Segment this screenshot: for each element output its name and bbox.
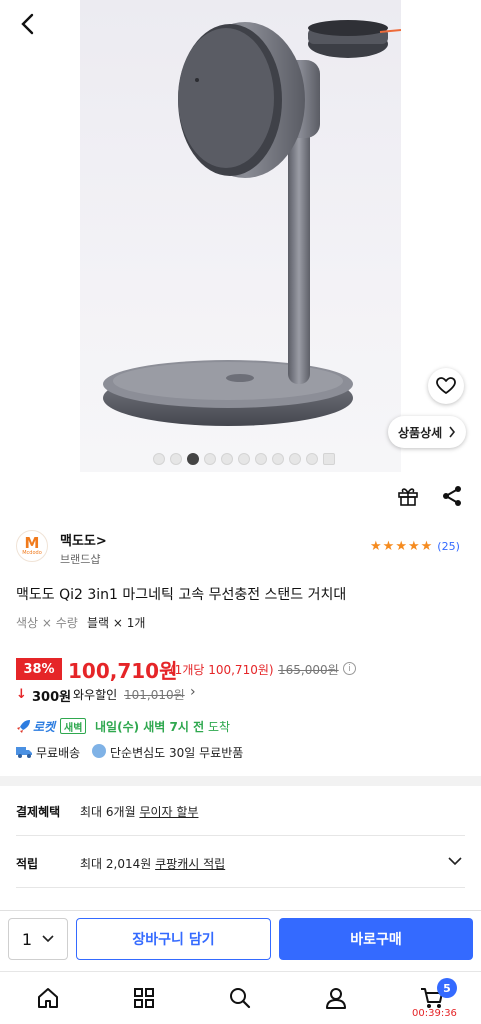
quantity-select[interactable]: 1 xyxy=(8,918,68,960)
option-value: 블랙 × 1개 xyxy=(87,616,146,630)
delivery-arrival: 내일(수) 새벽 7시 전 도착 xyxy=(95,718,230,735)
nav-home[interactable] xyxy=(35,985,61,1011)
add-to-cart-button[interactable]: 장바구니 담기 xyxy=(76,918,271,960)
wishlist-button[interactable] xyxy=(428,368,464,404)
carousel-dot[interactable] xyxy=(187,453,199,465)
arrival-time: 내일(수) 새벽 7시 전 xyxy=(95,720,205,734)
coupang-cash-link[interactable]: 쿠팡캐시 적립 xyxy=(155,857,225,871)
product-image-carousel[interactable]: 상품상세 xyxy=(0,0,481,472)
carousel-dot[interactable] xyxy=(238,453,250,465)
product-title: 맥도도 Qi2 3in1 마그네틱 고속 무선충전 스탠드 거치대 xyxy=(16,587,347,603)
carousel-dot[interactable] xyxy=(221,453,233,465)
back-button[interactable] xyxy=(12,8,44,40)
chevron-down-icon xyxy=(42,935,54,943)
star-icon: ★ xyxy=(420,539,433,554)
buy-now-button[interactable]: 바로구매 xyxy=(279,918,473,960)
unit-price: (1개당 100,710원) xyxy=(170,663,274,677)
option-label: 색상 × 수량 xyxy=(16,616,78,630)
carousel-indicator xyxy=(153,453,335,465)
free-shipping: 무료배송 xyxy=(36,746,81,760)
points-prefix: 최대 2,014원 xyxy=(80,857,156,871)
product-image xyxy=(80,0,402,472)
carousel-more-icon[interactable] xyxy=(323,453,335,465)
carousel-dot[interactable] xyxy=(204,453,216,465)
person-icon xyxy=(326,988,346,1009)
product-detail-button[interactable]: 상품상세 xyxy=(388,416,467,448)
charging-stand-illustration xyxy=(103,20,402,426)
payment-benefit-value[interactable]: 최대 6개월 무이자 할부 xyxy=(80,803,198,820)
original-price: 165,000원 xyxy=(278,663,339,677)
home-icon xyxy=(38,988,58,1008)
return-icon xyxy=(92,744,106,758)
discount-badge: 38% xyxy=(16,658,62,680)
wow-discount-amount: 300원 xyxy=(32,690,72,705)
dawn-delivery-badge: 새벽 xyxy=(60,718,87,734)
quantity-value: 1 xyxy=(21,929,33,949)
heart-icon xyxy=(436,377,456,394)
sale-price: 100,710원 xyxy=(68,659,178,683)
carousel-dot[interactable] xyxy=(153,453,165,465)
search-icon xyxy=(230,988,251,1009)
star-icon: ★ xyxy=(382,539,395,554)
divider xyxy=(16,887,465,888)
grid-icon xyxy=(134,988,154,1008)
product-detail-screen: 상품상세 M Mcdodo 맥도도> 브랜드샵 ★ ★ ★ ★ ★ (25) 맥… xyxy=(0,0,481,1024)
chevron-down-icon[interactable] xyxy=(448,853,462,867)
brand-name-link[interactable]: 맥도도> xyxy=(60,530,107,549)
info-icon[interactable]: i xyxy=(343,662,356,675)
arrival-suffix: 도착 xyxy=(204,720,231,734)
installment-link[interactable]: 무이자 할부 xyxy=(139,805,198,819)
chevron-right-icon[interactable]: › xyxy=(190,684,196,700)
star-icon: ★ xyxy=(395,539,407,554)
review-count: (25) xyxy=(437,540,460,553)
payment-prefix: 최대 6개월 xyxy=(80,805,140,819)
payment-benefit-label: 결제혜택 xyxy=(16,805,61,819)
rating-link[interactable]: ★ ★ ★ ★ ★ (25) xyxy=(370,540,460,553)
free-return: 단순변심도 30일 무료반품 xyxy=(110,746,244,760)
rocket-icon xyxy=(16,718,32,738)
wow-original-price: 101,010원 xyxy=(124,688,185,702)
nav-my-coupang[interactable] xyxy=(323,985,349,1011)
brand-shop-label: 브랜드샵 xyxy=(60,553,101,566)
carousel-dot[interactable] xyxy=(255,453,267,465)
share-icon[interactable] xyxy=(440,484,464,508)
star-icon: ★ xyxy=(370,539,382,554)
brand-logo[interactable]: M Mcdodo xyxy=(16,530,48,562)
product-detail-label: 상품상세 xyxy=(398,425,443,440)
gift-icon[interactable] xyxy=(396,484,420,508)
chevron-left-icon xyxy=(21,13,34,35)
wow-discount-label: 와우할인 xyxy=(73,688,118,702)
star-icon: ★ xyxy=(407,539,420,554)
points-value[interactable]: 최대 2,014원 쿠팡캐시 적립 xyxy=(80,855,225,872)
section-divider xyxy=(0,776,481,786)
carousel-dot[interactable] xyxy=(170,453,182,465)
nav-category[interactable] xyxy=(131,985,157,1011)
points-label: 적립 xyxy=(16,857,39,871)
divider xyxy=(16,835,465,836)
rocket-label: 로켓 xyxy=(33,720,56,734)
cart-count-badge: 5 xyxy=(437,978,457,998)
nav-search[interactable] xyxy=(227,985,253,1011)
delivery-timer: 00:39:36 xyxy=(412,1008,457,1019)
carousel-dot[interactable] xyxy=(289,453,301,465)
truck-icon xyxy=(16,744,32,758)
down-arrow-icon: ↓ xyxy=(16,687,27,702)
chevron-right-icon xyxy=(449,426,456,438)
carousel-dot[interactable] xyxy=(306,453,318,465)
carousel-dot[interactable] xyxy=(272,453,284,465)
